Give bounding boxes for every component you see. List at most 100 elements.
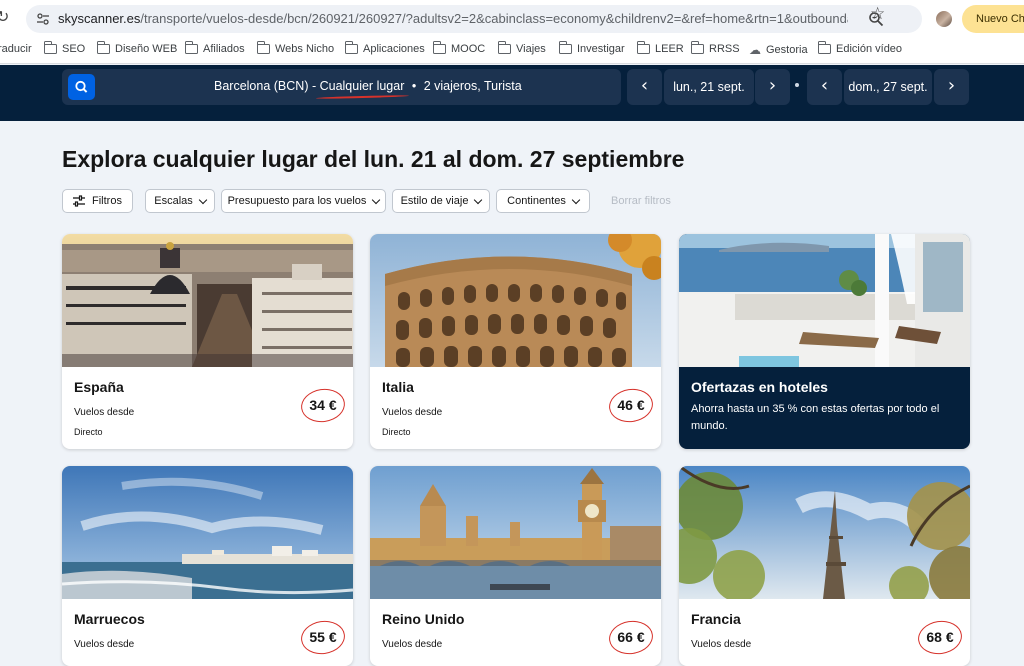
card-price: 55 €	[298, 618, 348, 657]
filters-button[interactable]: Filtros	[62, 189, 133, 213]
address-bar[interactable]: skyscanner.es/transporte/vuelos-desde/bc…	[26, 5, 922, 33]
bookmark-aplicaciones[interactable]: Aplicaciones	[344, 41, 425, 55]
destination-card-spain[interactable]: España Vuelos desde Directo 34 €	[62, 234, 353, 449]
card-from-label: Vuelos desde	[691, 639, 752, 650]
card-title: Ofertazas en hoteles	[691, 379, 828, 395]
hotel-deals-card[interactable]: Ofertazas en hoteles Ahorra hasta un 35 …	[679, 234, 970, 449]
card-direct-label: Directo	[74, 427, 103, 437]
separator-text: -	[308, 79, 320, 93]
bookmark-label: MOOC	[451, 43, 486, 55]
new-chrome-button[interactable]: Nuevo Chro	[962, 5, 1024, 33]
folder-icon	[817, 41, 831, 54]
chevron-down-icon	[198, 195, 208, 204]
annotation-circle	[606, 386, 656, 425]
bookmark-edicion-video[interactable]: Edición vídeo	[817, 41, 903, 55]
avatar[interactable]	[936, 11, 952, 27]
card-title: España	[74, 379, 124, 395]
chevron-down-icon	[474, 195, 483, 204]
destination-card-france[interactable]: Francia Vuelos desde 68 €	[679, 466, 970, 666]
url-path: /transporte/vuelos-desde/bcn/260921/2609…	[140, 11, 848, 26]
filter-sliders-icon	[73, 195, 86, 207]
bookmark-label: LEER	[655, 43, 684, 55]
annotation-circle	[606, 618, 656, 657]
chevron-down-icon	[571, 195, 581, 204]
site-settings-icon[interactable]	[36, 12, 50, 26]
card-direct-label: Directo	[382, 427, 411, 437]
date-separator-dot	[795, 83, 799, 87]
bookmark-label: Webs Nicho	[275, 43, 335, 55]
bookmark-rrss[interactable]: RRSS	[690, 41, 740, 55]
prev-depart-date-button[interactable]: ‹	[627, 69, 662, 105]
next-return-date-button[interactable]: ›	[934, 69, 969, 105]
chevron-right-icon: ›	[768, 75, 777, 96]
bookmark-label: Gestoria	[766, 44, 808, 56]
folder-icon	[558, 41, 572, 54]
next-depart-date-button[interactable]: ›	[755, 69, 790, 105]
reload-icon[interactable]: ↻	[0, 9, 12, 25]
card-title: Reino Unido	[382, 611, 465, 627]
return-date[interactable]: dom., 27 sept.	[844, 69, 932, 105]
folder-icon	[43, 41, 57, 54]
filters-label: Filtros	[92, 195, 122, 207]
stops-filter[interactable]: Escalas	[145, 189, 215, 213]
bookmark-label: Edición vídeo	[836, 43, 903, 55]
destination-card-italy[interactable]: Italia Vuelos desde Directo 46 €	[370, 234, 661, 449]
page-title: Explora cualquier lugar del lun. 21 al d…	[62, 146, 685, 172]
destination-text[interactable]: Cualquier lugar	[320, 79, 405, 93]
search-summary-bar[interactable]: Barcelona (BCN) - Cualquier lugar • 2 vi…	[62, 69, 621, 105]
cloud-icon: ☁	[749, 43, 761, 57]
folder-icon	[636, 41, 650, 54]
prev-return-date-button[interactable]: ‹	[807, 69, 842, 105]
folder-icon	[690, 41, 704, 54]
card-from-label: Vuelos desde	[74, 407, 135, 418]
bookmark-gestoria[interactable]: ☁ Gestoria	[749, 43, 808, 57]
chevron-left-icon: ‹	[640, 75, 649, 96]
annotation-circle	[915, 618, 965, 657]
origin-text: Barcelona (BCN)	[214, 79, 309, 93]
annotation-circle	[298, 618, 348, 657]
travel-style-filter[interactable]: Estilo de viaje	[392, 189, 490, 213]
continents-label: Continentes	[507, 195, 566, 207]
bookmark-label: Diseño WEB	[115, 43, 178, 55]
destination-card-uk[interactable]: Reino Unido Vuelos desde 66 €	[370, 466, 661, 666]
bookmark-diseno-web[interactable]: Diseño WEB	[96, 41, 178, 55]
continents-filter[interactable]: Continentes	[496, 189, 590, 213]
bookmark-mooc[interactable]: MOOC	[432, 41, 486, 55]
destination-card-morocco[interactable]: Marruecos Vuelos desde 55 €	[62, 466, 353, 666]
card-description: Ahorra hasta un 35 % con estas ofertas p…	[691, 403, 940, 432]
card-title: Italia	[382, 379, 414, 395]
bookmark-afiliados[interactable]: Afiliados	[184, 41, 245, 55]
card-from-label: Vuelos desde	[382, 407, 443, 418]
travel-style-label: Estilo de viaje	[400, 195, 469, 207]
clear-filters-button[interactable]: Borrar filtros	[611, 195, 671, 207]
bookmark-leer[interactable]: LEER	[636, 41, 684, 55]
folder-icon	[344, 41, 358, 54]
site-header: Barcelona (BCN) - Cualquier lugar • 2 vi…	[0, 65, 1024, 121]
search-icon	[75, 80, 88, 93]
bookmark-label: raducir	[0, 43, 32, 55]
folder-icon	[432, 41, 446, 54]
budget-label: Presupuesto para los vuelos	[227, 195, 367, 207]
bookmark-webs-nicho[interactable]: Webs Nicho	[256, 41, 335, 55]
card-price: 46 €	[606, 386, 656, 425]
bookmark-investigar[interactable]: Investigar	[558, 41, 625, 55]
travellers-text: 2 viajeros, Turista	[423, 79, 522, 93]
card-title: Francia	[691, 611, 741, 627]
budget-filter[interactable]: Presupuesto para los vuelos	[221, 189, 386, 213]
folder-icon	[256, 41, 270, 54]
url-text[interactable]: skyscanner.es/transporte/vuelos-desde/bc…	[58, 11, 848, 26]
bookmark-translate[interactable]: raducir	[0, 43, 32, 55]
uk-image	[370, 466, 661, 599]
search-button[interactable]	[68, 74, 95, 100]
card-price: 68 €	[915, 618, 965, 657]
bookmark-viajes[interactable]: Viajes	[497, 41, 546, 55]
url-host: skyscanner.es	[58, 11, 141, 26]
bookmark-label: SEO	[62, 43, 86, 55]
bookmarks-bar: raducir SEO Diseño WEB Afiliados Webs Ni…	[0, 38, 1024, 64]
bookmark-seo[interactable]: SEO	[43, 41, 86, 55]
chevron-right-icon: ›	[947, 75, 956, 96]
star-icon[interactable]: ☆	[870, 4, 885, 24]
morocco-image	[62, 466, 353, 599]
depart-date[interactable]: lun., 21 sept.	[664, 69, 754, 105]
hotel-image	[679, 234, 970, 367]
